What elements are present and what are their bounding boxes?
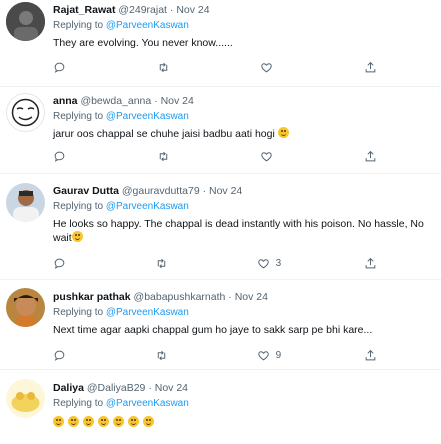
replying-to: Replying to @ParveenKaswan [53,398,189,409]
tweet-text: Next time agar aapki chappal gum ho jaye… [53,324,373,336]
retweet-icon [155,257,168,270]
tweet-daliya[interactable]: Daliya @DaliyaB29 · Nov 24 Replying to @… [0,369,441,444]
share-icon [364,257,377,270]
tweet-header: Daliya @DaliyaB29 · Nov 24 [53,381,435,395]
mention-link[interactable]: @ParveenKaswan [106,307,189,318]
timestamp[interactable]: Nov 24 [235,291,268,303]
like-button[interactable] [260,148,279,164]
display-name[interactable]: Daliya [53,382,84,394]
separator: · [169,4,174,16]
share-icon [364,150,377,163]
reply-button[interactable] [53,148,72,164]
separator: · [228,291,232,303]
replying-to: Replying to @ParveenKaswan [53,307,189,318]
replying-to: Replying to @ParveenKaswan [53,20,189,31]
like-button[interactable] [260,59,279,75]
share-icon [364,349,377,362]
like-icon [257,257,270,270]
avatar[interactable] [6,2,45,41]
display-name[interactable]: Gaurav Dutta [53,185,119,197]
grinning-emoji [142,416,154,427]
action-bar [53,148,383,164]
like-icon [257,349,270,362]
mention-link[interactable]: @ParveenKaswan [106,201,189,212]
like-icon [260,61,273,74]
handle[interactable]: @bewda_anna [80,95,151,107]
tweet-pushkar[interactable]: pushkar pathak @babapushkarnath · Nov 24… [0,279,441,370]
handle[interactable]: @DaliyaB29 [87,382,146,394]
like-count: 9 [275,349,282,361]
grinning-emoji [97,416,109,427]
retweet-icon [155,349,168,362]
timestamp[interactable]: Nov 24 [176,4,209,16]
action-bar [53,59,383,75]
display-name[interactable]: pushkar pathak [53,291,131,303]
mention-link[interactable]: @ParveenKaswan [106,20,189,31]
share-button[interactable] [364,59,383,75]
retweet-button[interactable] [157,148,176,164]
tweet-header: pushkar pathak @babapushkarnath · Nov 24 [53,290,435,304]
retweet-button[interactable] [155,255,174,271]
display-name[interactable]: anna [53,95,78,107]
separator: · [202,185,207,197]
timestamp[interactable]: Nov 24 [161,95,194,107]
reply-button[interactable] [53,255,72,271]
avatar[interactable] [6,93,45,132]
grinning-emoji [127,416,139,427]
reply-icon [53,150,66,163]
avatar[interactable] [6,288,45,327]
handle[interactable]: @249rajat [118,4,167,16]
retweet-icon [157,61,170,74]
rofl-emoji [277,127,289,138]
like-button[interactable]: 9 [257,347,282,363]
handle[interactable]: @gauravdutta79 [122,185,200,197]
reply-button[interactable] [53,59,72,75]
reply-button[interactable] [53,347,72,363]
grinning-emoji [53,416,64,427]
timestamp[interactable]: Nov 24 [155,382,188,394]
tweet-header: anna @bewda_anna · Nov 24 [53,94,435,108]
grinning-emoji [67,416,79,427]
action-bar: 9 [53,347,383,363]
tweet-rajat[interactable]: Rajat_Rawat @249rajat · Nov 24 Replying … [0,0,441,87]
display-name[interactable]: Rajat_Rawat [53,4,115,16]
like-button[interactable]: 3 [257,255,282,271]
handle[interactable]: @babapushkarnath [134,291,226,303]
reply-icon [53,257,66,270]
grinning-emoji [112,416,124,427]
like-count: 3 [275,257,282,269]
grinning-emoji [82,416,94,427]
retweet-button[interactable] [155,347,174,363]
tweet-text: jarur oos chappal se chuhe jaisi badbu a… [53,127,435,141]
like-icon [260,150,273,163]
tweet-header: Gaurav Dutta @gauravdutta79 · Nov 24 [53,184,435,198]
mention-link[interactable]: @ParveenKaswan [106,111,189,122]
smile-emoji [71,231,83,242]
retweet-button[interactable] [157,59,176,75]
timestamp[interactable]: Nov 24 [209,185,242,197]
reply-icon [53,349,66,362]
action-bar: 3 [53,255,383,271]
replying-to: Replying to @ParveenKaswan [53,201,189,212]
tweet-text [53,416,435,430]
retweet-icon [157,150,170,163]
share-button[interactable] [364,255,383,271]
tweet-header: Rajat_Rawat @249rajat · Nov 24 [53,3,435,17]
tweet-anna[interactable]: anna @bewda_anna · Nov 24 Replying to @P… [0,86,441,174]
replying-to: Replying to @ParveenKaswan [53,111,189,122]
share-button[interactable] [364,347,383,363]
separator: · [148,382,152,394]
avatar[interactable] [6,183,45,222]
avatar[interactable] [6,379,45,418]
tweet-text: He looks so happy. The chappal is dead i… [53,218,424,244]
share-icon [364,61,377,74]
mention-link[interactable]: @ParveenKaswan [106,398,189,409]
reply-icon [53,61,66,74]
share-button[interactable] [364,148,383,164]
tweet-text: They are evolving. You never know...... [53,37,233,49]
separator: · [154,95,158,107]
tweet-gaurav[interactable]: Gaurav Dutta @gauravdutta79 · Nov 24 Rep… [0,173,441,280]
